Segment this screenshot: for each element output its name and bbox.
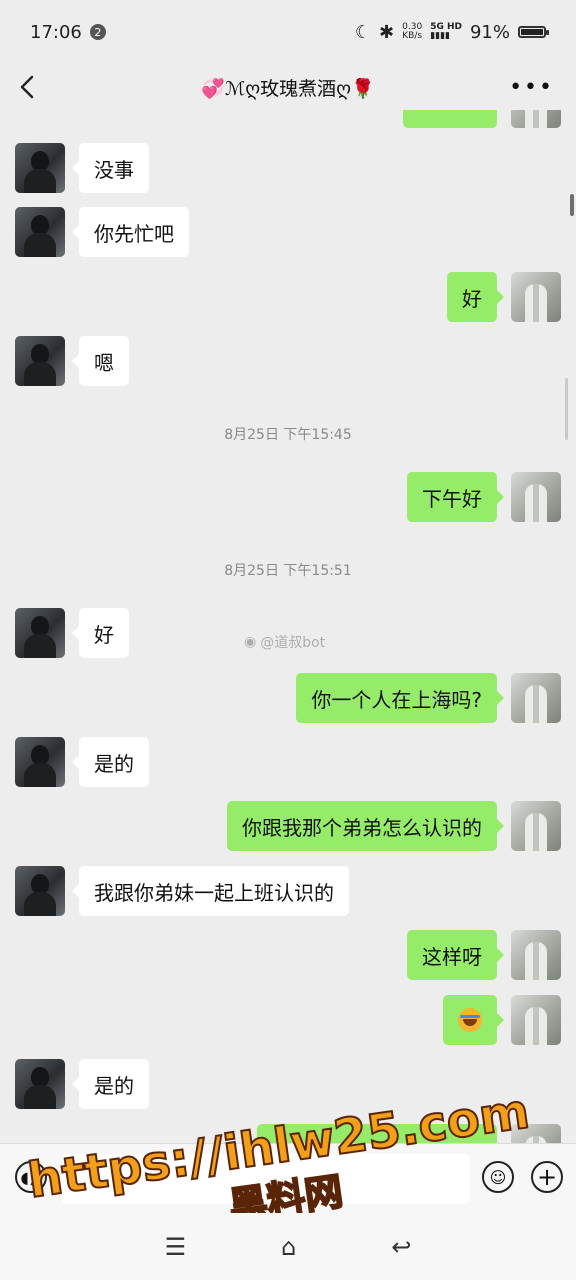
message-bubble-right[interactable] <box>403 110 497 128</box>
signal-icon: ▮▮▮▮ <box>430 31 450 41</box>
chat-title: 💞ℳღ玫瑰煮酒ღ🌹 <box>201 77 375 100</box>
friend-avatar[interactable] <box>15 608 65 658</box>
bluetooth-icon: ✱ <box>379 21 395 43</box>
emoji-button[interactable]: ☺ <box>482 1161 514 1193</box>
my-avatar[interactable] <box>511 930 561 980</box>
home-icon[interactable]: ⌂ <box>281 1233 296 1261</box>
voice-button[interactable]: ◖)) <box>15 1161 47 1193</box>
message-input[interactable] <box>62 1154 470 1204</box>
network-type: 5G HD ▮▮▮▮ <box>430 23 462 41</box>
chat-area[interactable]: 没事 你先忙吧 好 嗯 8月25日 下午15:45 下午好 8月25日 下午15… <box>0 110 576 1143</box>
message-bubble-right[interactable] <box>257 1124 504 1143</box>
chevron-left-icon <box>20 75 34 99</box>
my-avatar[interactable] <box>511 1124 561 1143</box>
my-avatar[interactable] <box>511 801 561 851</box>
input-bar: ◖)) ☺ + <box>0 1143 576 1214</box>
message-bubble-left[interactable]: 你先忙吧 <box>72 207 189 257</box>
plus-icon: + <box>536 1163 558 1191</box>
system-nav-bar: ☰ ⌂ ↩ <box>0 1213 576 1280</box>
moon-icon: ☾ <box>354 21 372 43</box>
scrollbar-track[interactable] <box>565 378 568 440</box>
menu-icon[interactable]: ☰ <box>165 1233 187 1261</box>
crying-laughing-face-icon <box>458 1008 482 1032</box>
my-avatar[interactable] <box>511 110 561 128</box>
timestamp: 8月25日 下午15:45 <box>224 427 352 443</box>
message-bubble-left[interactable]: 是的 <box>72 1059 149 1109</box>
friend-avatar[interactable] <box>15 207 65 257</box>
message-bubble-right[interactable]: 好 <box>447 272 504 322</box>
friend-avatar[interactable] <box>15 866 65 916</box>
friend-avatar[interactable] <box>15 1059 65 1109</box>
network-speed-unit: KB/s <box>402 31 423 41</box>
watermark: ◉ @道叔bot <box>244 632 325 652</box>
status-left: 17:06 2 <box>30 22 106 43</box>
message-bubble-left[interactable]: 我跟你弟妹一起上班认识的 <box>72 866 349 916</box>
friend-avatar[interactable] <box>15 336 65 386</box>
notification-badge: 2 <box>89 24 106 40</box>
timestamp: 8月25日 下午15:51 <box>224 563 352 579</box>
status-bar: 17:06 2 ☾ ✱ 0.30 KB/s 5G HD ▮▮▮▮ 91% <box>0 0 576 64</box>
my-avatar[interactable] <box>511 472 561 522</box>
back-icon[interactable]: ↩ <box>391 1233 411 1261</box>
message-bubble-left[interactable]: 是的 <box>72 737 149 787</box>
message-bubble-left[interactable]: 好 <box>72 608 129 658</box>
friend-avatar[interactable] <box>15 737 65 787</box>
network-speed: 0.30 KB/s <box>402 23 422 41</box>
voice-icon: ◖)) <box>20 1167 42 1187</box>
emoji-message-bubble[interactable] <box>443 995 504 1045</box>
my-avatar[interactable] <box>511 673 561 723</box>
battery-icon <box>518 26 549 38</box>
more-actions-button[interactable]: + <box>531 1161 563 1193</box>
status-right: ☾ ✱ 0.30 KB/s 5G HD ▮▮▮▮ 91% <box>354 21 549 43</box>
my-avatar[interactable] <box>511 272 561 322</box>
back-button[interactable] <box>14 72 44 102</box>
clock: 17:06 <box>30 21 82 43</box>
emoji-icon: ☺ <box>489 1167 507 1187</box>
chat-header: 💞ℳღ玫瑰煮酒ღ🌹 ••• <box>0 64 576 110</box>
my-avatar[interactable] <box>511 995 561 1045</box>
message-bubble-right[interactable]: 下午好 <box>407 472 504 522</box>
message-bubble-left[interactable]: 嗯 <box>72 336 129 386</box>
scroll-indicator[interactable] <box>570 194 574 216</box>
battery-percent: 91% <box>469 21 510 43</box>
weibo-icon: ◉ <box>244 634 257 650</box>
more-dots-icon: ••• <box>509 75 554 100</box>
message-bubble-left[interactable]: 没事 <box>72 143 149 193</box>
message-bubble-right[interactable]: 这样呀 <box>407 930 504 980</box>
more-options-button[interactable]: ••• <box>509 75 554 100</box>
friend-avatar[interactable] <box>15 143 65 193</box>
watermark-text: @道叔bot <box>260 635 326 651</box>
message-bubble-right[interactable]: 你一个人在上海吗? <box>296 673 504 723</box>
battery-fill <box>521 29 543 35</box>
message-bubble-right[interactable]: 你跟我那个弟弟怎么认识的 <box>227 801 504 851</box>
